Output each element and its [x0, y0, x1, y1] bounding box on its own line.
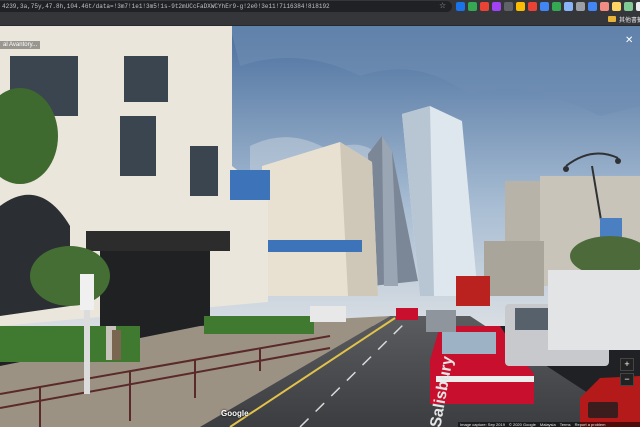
extension-icon[interactable]	[612, 2, 621, 11]
place-title[interactable]: al Avantory...	[0, 41, 41, 49]
extension-icon[interactable]	[516, 2, 525, 11]
region-link[interactable]: Malaysia	[540, 422, 556, 427]
bookmarks-bar: 其他書籤	[0, 13, 640, 26]
omnibox[interactable]: 4239,3a,75y,47.8h,104.46t/data=!3m7!1e1!…	[0, 1, 452, 12]
truck	[548, 270, 640, 350]
close-icon[interactable]: ✕	[625, 36, 633, 46]
extension-toolbar	[456, 2, 640, 11]
extension-icon[interactable]	[600, 2, 609, 11]
extension-icon[interactable]	[576, 2, 585, 11]
extension-icon[interactable]	[468, 2, 477, 11]
extension-icon[interactable]	[624, 2, 633, 11]
extension-icon[interactable]	[504, 2, 513, 11]
thumbnail-minimap[interactable]	[588, 402, 618, 418]
zoom-out-button[interactable]: −	[620, 373, 634, 386]
extension-icon[interactable]	[552, 2, 561, 11]
red-bus	[456, 276, 490, 306]
streetview-panorama[interactable]: Salisbury al Avantory... ✕ + − Google Im…	[0, 26, 640, 427]
zoom-in-button[interactable]: +	[620, 358, 634, 371]
extension-icon[interactable]	[456, 2, 465, 11]
google-logo: Google	[221, 409, 249, 418]
street-scene: Salisbury	[0, 26, 640, 427]
browser-address-bar: 4239,3a,75y,47.8h,104.46t/data=!3m7!1e1!…	[0, 0, 640, 13]
extension-icon[interactable]	[564, 2, 573, 11]
bookmark-folder-other[interactable]: 其他書籤	[619, 15, 640, 24]
capture-date: Image capture: Sep 2019	[460, 422, 505, 427]
extension-icon[interactable]	[492, 2, 501, 11]
terms-link[interactable]: Terms	[560, 422, 571, 427]
attribution-bar: Image capture: Sep 2019 © 2020 Google Ma…	[458, 422, 640, 427]
folder-icon	[608, 16, 616, 22]
extension-icon[interactable]	[480, 2, 489, 11]
cream-building	[262, 142, 378, 296]
extension-icon[interactable]	[540, 2, 549, 11]
map-controls: + −	[620, 358, 634, 388]
report-problem-link[interactable]: Report a problem	[575, 422, 606, 427]
extension-icon[interactable]	[588, 2, 597, 11]
bookmark-star-icon[interactable]: ☆	[439, 2, 446, 10]
url-text[interactable]: 4239,3a,75y,47.8h,104.46t/data=!3m7!1e1!…	[2, 3, 422, 10]
extension-icon[interactable]	[528, 2, 537, 11]
extension-icon[interactable]	[636, 2, 640, 11]
copyright: © 2020 Google	[508, 422, 536, 427]
